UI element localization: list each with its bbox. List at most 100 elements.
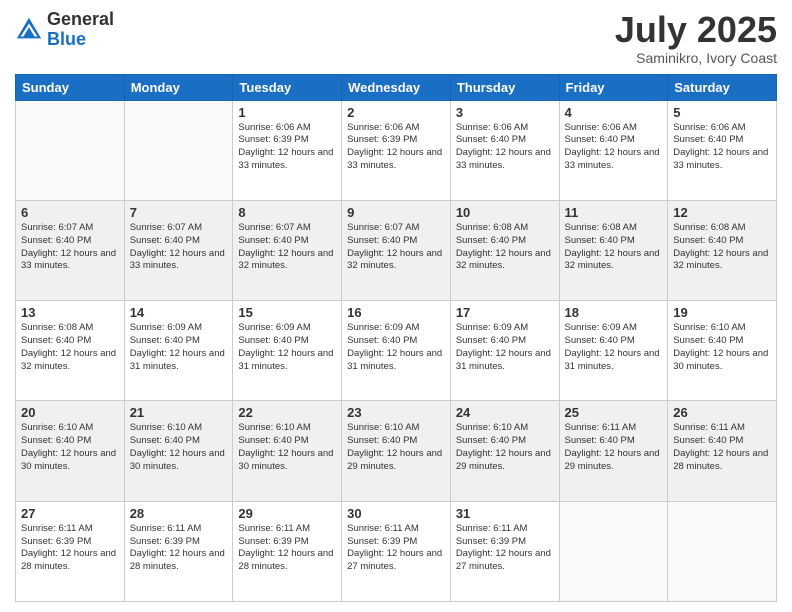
table-cell: 14Sunrise: 6:09 AM Sunset: 6:40 PM Dayli… bbox=[124, 301, 233, 401]
day-number: 29 bbox=[238, 506, 336, 521]
calendar-row: 1 Sunrise: 6:06 AM Sunset: 6:39 PM Daylig… bbox=[16, 100, 777, 200]
subtitle: Saminikro, Ivory Coast bbox=[615, 50, 777, 66]
table-cell: 20 Sunrise: 6:10 AM Sunset: 6:40 PM Dayli… bbox=[16, 401, 125, 501]
table-cell: 7 Sunrise: 6:07 AM Sunset: 6:40 PM Daylig… bbox=[124, 200, 233, 300]
day-info: Sunrise: 6:11 AM Sunset: 6:39 PM Dayligh… bbox=[130, 523, 228, 574]
col-wednesday: Wednesday bbox=[342, 74, 451, 100]
table-cell: 27 Sunrise: 6:11 AM Sunset: 6:39 PM Dayli… bbox=[16, 501, 125, 601]
day-number: 31 bbox=[456, 506, 554, 521]
day-info: Sunrise: 6:06 AM Sunset: 6:40 PM Dayligh… bbox=[565, 122, 663, 173]
day-info: Sunrise: 6:10 AM Sunset: 6:40 PM Dayligh… bbox=[673, 322, 771, 373]
day-info: Sunrise: 6:08 AM Sunset: 6:40 PM Dayligh… bbox=[21, 322, 119, 373]
day-info: Sunrise: 6:10 AM Sunset: 6:40 PM Dayligh… bbox=[456, 422, 554, 473]
day-number: 9 bbox=[347, 205, 445, 220]
day-info: Sunrise: 6:11 AM Sunset: 6:40 PM Dayligh… bbox=[565, 422, 663, 473]
day-number: 1 bbox=[238, 105, 336, 120]
day-info: Sunrise: 6:09 AM Sunset: 6:40 PM Dayligh… bbox=[238, 322, 336, 373]
day-number: 30 bbox=[347, 506, 445, 521]
table-cell: 16 Sunrise: 6:09 AM Sunset: 6:40 PM Dayli… bbox=[342, 301, 451, 401]
table-cell: 9 Sunrise: 6:07 AM Sunset: 6:40 PM Daylig… bbox=[342, 200, 451, 300]
table-cell: 17Sunrise: 6:09 AM Sunset: 6:40 PM Dayli… bbox=[450, 301, 559, 401]
table-cell: 4 Sunrise: 6:06 AM Sunset: 6:40 PM Daylig… bbox=[559, 100, 668, 200]
calendar-row: 13Sunrise: 6:08 AM Sunset: 6:40 PM Dayli… bbox=[16, 301, 777, 401]
logo-text: General Blue bbox=[47, 10, 114, 50]
col-sunday: Sunday bbox=[16, 74, 125, 100]
day-number: 17 bbox=[456, 305, 554, 320]
calendar-table: Sunday Monday Tuesday Wednesday Thursday… bbox=[15, 74, 777, 602]
day-number: 3 bbox=[456, 105, 554, 120]
table-cell: 2Sunrise: 6:06 AM Sunset: 6:39 PM Daylig… bbox=[342, 100, 451, 200]
day-number: 20 bbox=[21, 405, 119, 420]
logo-general: General bbox=[47, 10, 114, 30]
col-monday: Monday bbox=[124, 74, 233, 100]
table-cell: 25 Sunrise: 6:11 AM Sunset: 6:40 PM Dayli… bbox=[559, 401, 668, 501]
table-cell: 10 Sunrise: 6:08 AM Sunset: 6:40 PM Dayli… bbox=[450, 200, 559, 300]
day-number: 4 bbox=[565, 105, 663, 120]
day-number: 10 bbox=[456, 205, 554, 220]
day-info: Sunrise: 6:07 AM Sunset: 6:40 PM Dayligh… bbox=[21, 222, 119, 273]
day-number: 21 bbox=[130, 405, 228, 420]
day-number: 23 bbox=[347, 405, 445, 420]
day-number: 25 bbox=[565, 405, 663, 420]
day-info: Sunrise: 6:08 AM Sunset: 6:40 PM Dayligh… bbox=[673, 222, 771, 273]
title-block: July 2025 Saminikro, Ivory Coast bbox=[615, 10, 777, 66]
day-info: Sunrise: 6:10 AM Sunset: 6:40 PM Dayligh… bbox=[21, 422, 119, 473]
table-cell bbox=[16, 100, 125, 200]
table-cell: 30 Sunrise: 6:11 AM Sunset: 6:39 PM Dayli… bbox=[342, 501, 451, 601]
day-info: Sunrise: 6:07 AM Sunset: 6:40 PM Dayligh… bbox=[347, 222, 445, 273]
day-info: Sunrise: 6:06 AM Sunset: 6:40 PM Dayligh… bbox=[456, 122, 554, 173]
day-info: Sunrise: 6:09 AM Sunset: 6:40 PM Dayligh… bbox=[347, 322, 445, 373]
table-cell: 28Sunrise: 6:11 AM Sunset: 6:39 PM Dayli… bbox=[124, 501, 233, 601]
day-info: Sunrise: 6:10 AM Sunset: 6:40 PM Dayligh… bbox=[238, 422, 336, 473]
logo-icon bbox=[15, 16, 43, 44]
day-number: 12 bbox=[673, 205, 771, 220]
day-info: Sunrise: 6:11 AM Sunset: 6:39 PM Dayligh… bbox=[238, 523, 336, 574]
day-info: Sunrise: 6:10 AM Sunset: 6:40 PM Dayligh… bbox=[130, 422, 228, 473]
day-number: 11 bbox=[565, 205, 663, 220]
table-cell: 8 Sunrise: 6:07 AM Sunset: 6:40 PM Daylig… bbox=[233, 200, 342, 300]
day-number: 14 bbox=[130, 305, 228, 320]
day-number: 2 bbox=[347, 105, 445, 120]
calendar-header-row: Sunday Monday Tuesday Wednesday Thursday… bbox=[16, 74, 777, 100]
table-cell: 22 Sunrise: 6:10 AM Sunset: 6:40 PM Dayli… bbox=[233, 401, 342, 501]
day-number: 15 bbox=[238, 305, 336, 320]
table-cell: 21 Sunrise: 6:10 AM Sunset: 6:40 PM Dayli… bbox=[124, 401, 233, 501]
calendar-row: 20 Sunrise: 6:10 AM Sunset: 6:40 PM Dayli… bbox=[16, 401, 777, 501]
day-info: Sunrise: 6:08 AM Sunset: 6:40 PM Dayligh… bbox=[565, 222, 663, 273]
table-cell: 1 Sunrise: 6:06 AM Sunset: 6:39 PM Daylig… bbox=[233, 100, 342, 200]
day-number: 7 bbox=[130, 205, 228, 220]
day-info: Sunrise: 6:07 AM Sunset: 6:40 PM Dayligh… bbox=[238, 222, 336, 273]
day-info: Sunrise: 6:06 AM Sunset: 6:39 PM Dayligh… bbox=[238, 122, 336, 173]
col-tuesday: Tuesday bbox=[233, 74, 342, 100]
table-cell: 13Sunrise: 6:08 AM Sunset: 6:40 PM Dayli… bbox=[16, 301, 125, 401]
header: General Blue July 2025 Saminikro, Ivory … bbox=[15, 10, 777, 66]
calendar-row: 27 Sunrise: 6:11 AM Sunset: 6:39 PM Dayli… bbox=[16, 501, 777, 601]
logo: General Blue bbox=[15, 10, 114, 50]
table-cell: 15 Sunrise: 6:09 AM Sunset: 6:40 PM Dayli… bbox=[233, 301, 342, 401]
table-cell: 23 Sunrise: 6:10 AM Sunset: 6:40 PM Dayli… bbox=[342, 401, 451, 501]
logo-blue: Blue bbox=[47, 30, 114, 50]
day-info: Sunrise: 6:08 AM Sunset: 6:40 PM Dayligh… bbox=[456, 222, 554, 273]
table-cell: 18Sunrise: 6:09 AM Sunset: 6:40 PM Dayli… bbox=[559, 301, 668, 401]
day-number: 22 bbox=[238, 405, 336, 420]
day-number: 27 bbox=[21, 506, 119, 521]
day-info: Sunrise: 6:11 AM Sunset: 6:39 PM Dayligh… bbox=[21, 523, 119, 574]
col-thursday: Thursday bbox=[450, 74, 559, 100]
day-info: Sunrise: 6:11 AM Sunset: 6:39 PM Dayligh… bbox=[347, 523, 445, 574]
day-number: 16 bbox=[347, 305, 445, 320]
day-number: 8 bbox=[238, 205, 336, 220]
day-info: Sunrise: 6:06 AM Sunset: 6:40 PM Dayligh… bbox=[673, 122, 771, 173]
day-info: Sunrise: 6:07 AM Sunset: 6:40 PM Dayligh… bbox=[130, 222, 228, 273]
table-cell bbox=[559, 501, 668, 601]
day-number: 24 bbox=[456, 405, 554, 420]
day-number: 5 bbox=[673, 105, 771, 120]
table-cell bbox=[124, 100, 233, 200]
day-number: 19 bbox=[673, 305, 771, 320]
table-cell: 11 Sunrise: 6:08 AM Sunset: 6:40 PM Dayli… bbox=[559, 200, 668, 300]
col-saturday: Saturday bbox=[668, 74, 777, 100]
day-info: Sunrise: 6:10 AM Sunset: 6:40 PM Dayligh… bbox=[347, 422, 445, 473]
calendar-row: 6Sunrise: 6:07 AM Sunset: 6:40 PM Daylig… bbox=[16, 200, 777, 300]
table-cell: 5 Sunrise: 6:06 AM Sunset: 6:40 PM Daylig… bbox=[668, 100, 777, 200]
table-cell: 19 Sunrise: 6:10 AM Sunset: 6:40 PM Dayli… bbox=[668, 301, 777, 401]
table-cell: 26Sunrise: 6:11 AM Sunset: 6:40 PM Dayli… bbox=[668, 401, 777, 501]
